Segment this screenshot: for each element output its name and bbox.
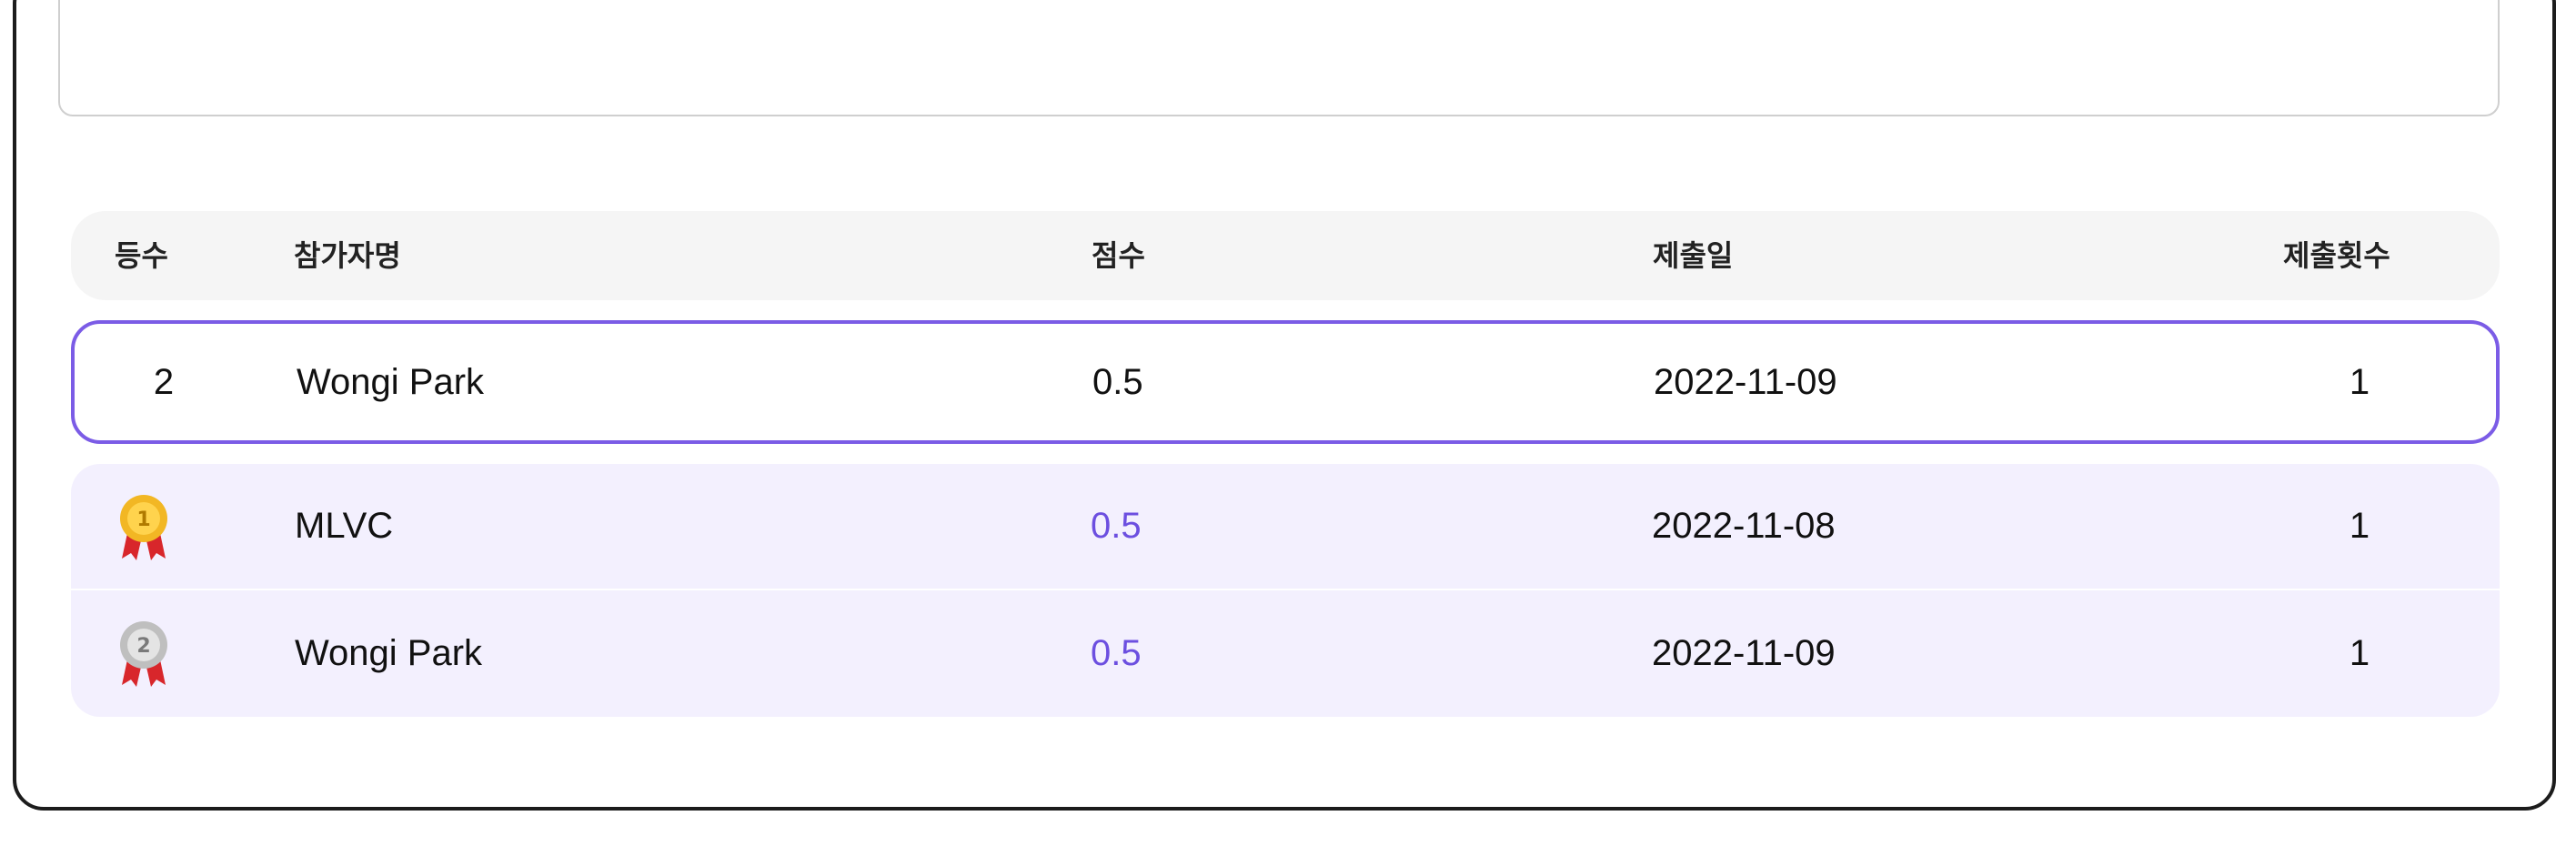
leaderboard-header: 등수 참가자명 점수 제출일 제출횟수 (71, 211, 2500, 300)
svg-text:1: 1 (136, 509, 150, 531)
participant-score: 0.5 (1091, 506, 1142, 546)
submitted-date: 2022-11-08 (1652, 506, 1836, 546)
header-score: 점수 (1092, 239, 1145, 272)
participant-name: MLVC (295, 506, 394, 546)
header-participant: 참가자명 (294, 239, 401, 272)
my-rank: 2 (153, 361, 175, 402)
svg-text:2: 2 (136, 635, 150, 658)
submission-count: 1 (2349, 633, 2370, 673)
my-date: 2022-11-09 (1654, 361, 1837, 402)
participant-name: Wongi Park (295, 633, 483, 673)
participant-score: 0.5 (1091, 633, 1142, 673)
header-submission-count: 제출횟수 (2283, 239, 2390, 272)
silver-medal-icon: 2 (120, 621, 167, 687)
submitted-date: 2022-11-09 (1652, 633, 1836, 673)
header-submitted-date: 제출일 (1653, 239, 1734, 272)
my-name: Wongi Park (297, 361, 485, 402)
my-entry-row[interactable]: 2 Wongi Park 0.5 2022-11-09 1 (71, 320, 2500, 444)
gold-medal-icon: 1 (120, 495, 167, 560)
score-chart: 2 3 (58, 0, 2500, 116)
table-row[interactable]: 1 MLVC 0.5 2022-11-08 1 (71, 464, 2500, 590)
header-rank: 등수 (115, 239, 168, 272)
my-submission-count: 1 (2349, 361, 2370, 402)
table-row[interactable]: 2 Wongi Park 0.5 2022-11-09 1 (71, 590, 2500, 717)
submission-count: 1 (2349, 506, 2370, 546)
ranking-list: 1 MLVC 0.5 2022-11-08 1 2 Wongi Park 0.5… (71, 464, 2500, 717)
my-score: 0.5 (1092, 361, 1143, 402)
